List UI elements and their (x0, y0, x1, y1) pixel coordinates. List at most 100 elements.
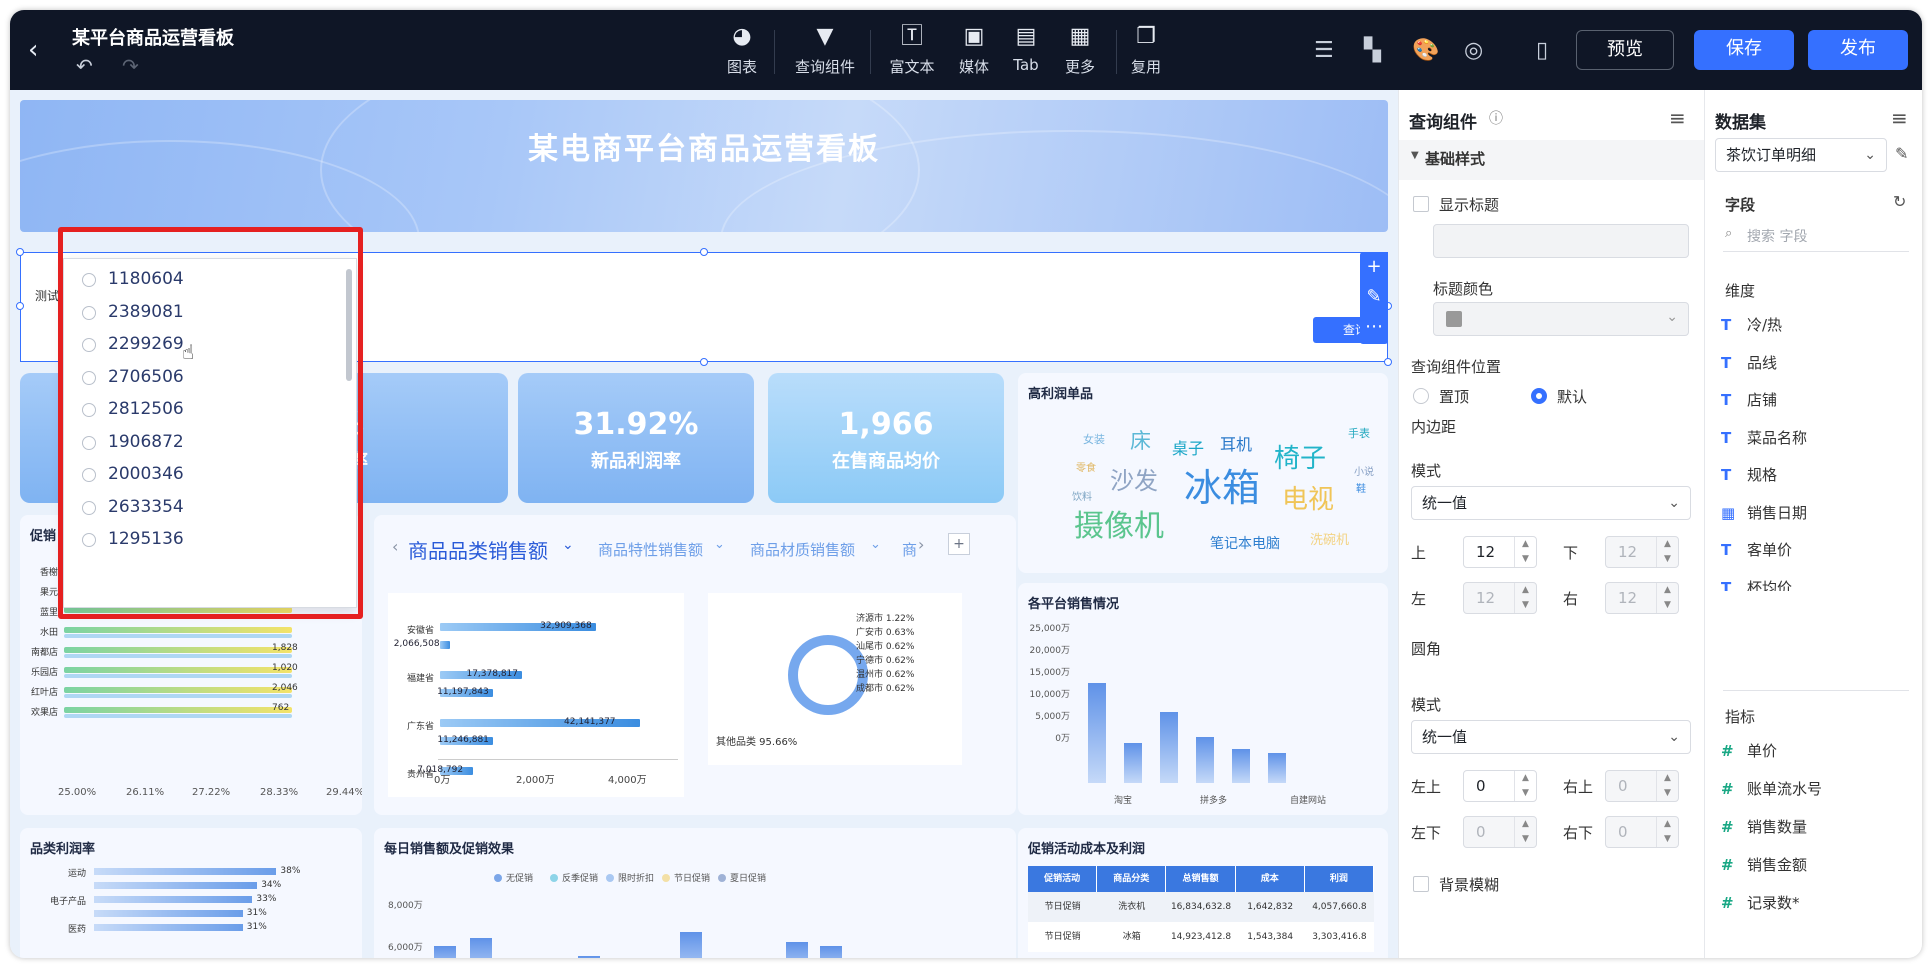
metric-4[interactable]: # 销售金额 (1721, 854, 1807, 875)
category-margin-card[interactable]: 品类利润率 运动 38% 34% 电子产品 33% 31% 医药 31% (20, 828, 362, 958)
metric-1[interactable]: # 单价 (1721, 740, 1777, 761)
promo-bar (64, 667, 292, 673)
hide-eye-icon[interactable]: ◎ (1464, 38, 1483, 63)
legend-label: 节日促销 (674, 874, 711, 884)
padding-right-input[interactable]: 12 ▲ ▼ (1605, 582, 1679, 614)
tab-next-icon[interactable]: › (918, 535, 924, 554)
field-7[interactable]: T 客单价 (1721, 539, 1792, 560)
table-header: 促销活动 商品分类 总销售额 成本 利润 (1028, 866, 1375, 892)
margin-bar (94, 924, 243, 931)
title-color-picker[interactable]: ⌄ (1433, 302, 1689, 336)
back-arrow-icon[interactable]: ‹ (28, 37, 38, 63)
promo-bar (64, 634, 292, 638)
promo-table-card[interactable]: 促销活动成本及利润 促销活动 商品分类 总销售额 成本 利润 节日促销 洗衣机 16,834,… (1018, 828, 1388, 958)
settings-sliders-icon[interactable]: ☰ (1314, 38, 1334, 63)
radio-default[interactable] (1531, 388, 1547, 404)
y-tick: 6,000万 (388, 943, 423, 953)
field-5[interactable]: T 规格 (1721, 464, 1777, 485)
sales-tabs-card[interactable]: ‹ 商品品类销售额 ⌄ 商品特性销售额 ⌄ 商品材质销售额 ⌄ 商 › + 安徽… (374, 515, 1016, 815)
blur-label: 背景模糊 (1439, 876, 1500, 894)
margin-value: 31% (246, 922, 267, 932)
tool-chart[interactable]: ◕ 图表 (712, 24, 772, 77)
info-icon[interactable]: ⓘ (1489, 108, 1503, 128)
store-label: 欢果店 (30, 708, 58, 718)
panel-menu-icon[interactable]: ≡ (1891, 106, 1908, 130)
radius-bl-input[interactable]: 0 ▲ ▼ (1463, 816, 1537, 848)
margin-value: 31% (246, 908, 267, 918)
legend-label: 反季促销 (562, 874, 599, 884)
bar-value: 11,246,881 (437, 735, 489, 745)
padding-bottom-input[interactable]: 12 ▲ ▼ (1605, 536, 1679, 568)
tool-richtext[interactable]: 🅃 富文本 (882, 24, 942, 77)
save-button[interactable]: 保存 (1694, 30, 1794, 70)
tool-reuse[interactable]: ❐ 复用 (1116, 24, 1176, 77)
add-tab-icon[interactable]: + (948, 533, 970, 555)
metric-2[interactable]: # 账单流水号 (1721, 778, 1822, 799)
metric-3[interactable]: # 销售数量 (1721, 816, 1807, 837)
padding-left-input[interactable]: 12 ▲ ▼ (1463, 582, 1537, 614)
daily-bar (578, 956, 600, 958)
panel-title: 数据集 (1715, 113, 1766, 133)
field-3[interactable]: T 店铺 (1721, 389, 1777, 410)
platform-bar (1196, 737, 1214, 783)
redo-icon[interactable]: ↷ (122, 54, 139, 78)
field-name: 冷/热 (1747, 316, 1783, 334)
field-search[interactable]: ⌕ 搜索 字段 (1723, 222, 1909, 252)
padding-top-input[interactable]: 12 ▲ ▼ (1463, 536, 1537, 568)
add-icon[interactable]: + (1360, 252, 1388, 282)
field-4[interactable]: T 菜品名称 (1721, 427, 1807, 448)
title-input[interactable] (1433, 224, 1689, 258)
x-label: 自建网站 (1290, 796, 1327, 806)
section-title: 基础样式 (1425, 150, 1486, 168)
header-cell: 商品分类 (1097, 866, 1167, 892)
blur-checkbox[interactable] (1413, 876, 1429, 892)
platform-card[interactable]: 各平台销售情况 25,000万 20,000万 15,000万 10,000万 5,00… (1018, 583, 1388, 815)
mobile-icon[interactable]: ▯ (1536, 38, 1548, 63)
radius-br-input[interactable]: 0 ▲ ▼ (1605, 816, 1679, 848)
panel-menu-icon[interactable]: ≡ (1669, 106, 1686, 130)
field-8[interactable]: T 杯均价 (1721, 577, 1792, 591)
tab-material-sales[interactable]: 商品材质销售额 (750, 539, 855, 560)
layout-icon[interactable]: ▚ (1364, 38, 1381, 63)
edit-icon[interactable]: ✎ (1360, 282, 1388, 312)
metric-5[interactable]: # 记录数* (1721, 892, 1800, 913)
tool-query[interactable]: ▼ 查询组件 (788, 24, 862, 77)
filter-icon: ▼ (816, 24, 834, 49)
field-name: 品线 (1747, 353, 1778, 372)
field-1[interactable]: T 冷/热 (1721, 314, 1782, 335)
publish-button[interactable]: 发布 (1808, 30, 1908, 70)
number-type-icon: # (1721, 818, 1734, 836)
radius-mode-select[interactable]: 统一值 ⌄ (1411, 720, 1691, 754)
tab-feature-sales[interactable]: 商品特性销售额 (598, 539, 703, 560)
palette-icon[interactable]: 🎨 (1412, 38, 1439, 63)
undo-icon[interactable]: ↶ (76, 54, 93, 78)
kpi-card-3[interactable]: 1,966 在售商品均价 (768, 373, 1004, 503)
collapse-icon[interactable]: ▼ (1411, 150, 1419, 161)
padding-mode-select[interactable]: 统一值 ⌄ (1411, 486, 1691, 520)
dataset-select[interactable]: 茶饮订单明细 ⌄ (1715, 138, 1887, 172)
image-icon: ▣ (963, 24, 985, 49)
tab-more[interactable]: 商 (902, 539, 917, 560)
x-label: 淘宝 (1114, 796, 1133, 806)
tool-tab[interactable]: ▤ Tab (996, 24, 1056, 74)
store-label: 南都店 (30, 648, 58, 658)
tool-more[interactable]: ▦ 更多 (1050, 24, 1110, 77)
wordcloud-card[interactable]: 高利润单品 女装 床 桌子 耳机 椅子 手表 零食 沙发 冰箱 电视 小说 饮料… (1018, 373, 1388, 573)
field-2[interactable]: T 品线 (1721, 352, 1777, 373)
daily-card[interactable]: 每日销售额及促销效果 无促销 反季促销 限时折扣 节日促销 夏日促销 8,000万 6,… (374, 828, 1016, 958)
show-title-checkbox[interactable] (1413, 196, 1429, 212)
tab-category-sales[interactable]: 商品品类销售额 (408, 535, 548, 564)
radius-tr-input[interactable]: 0 ▲ ▼ (1605, 770, 1679, 802)
more-icon[interactable]: ⋯ (1360, 312, 1388, 342)
tool-media[interactable]: ▣ 媒体 (944, 24, 1004, 77)
radio-top[interactable] (1413, 388, 1429, 404)
y-tick: 25,000万 (1029, 624, 1071, 634)
radius-tl-input[interactable]: 0 ▲ ▼ (1463, 770, 1537, 802)
kpi-card-2[interactable]: 31.92% 新品利润率 (518, 373, 754, 503)
refresh-icon[interactable]: ↻ (1893, 192, 1906, 211)
edit-icon[interactable]: ✎ (1895, 144, 1908, 163)
tab-prev-icon[interactable]: ‹ (392, 537, 398, 556)
preview-button[interactable]: 预览 (1576, 30, 1674, 70)
field-6[interactable]: ▦ 销售日期 (1721, 502, 1807, 523)
text-type-icon: T (1721, 578, 1732, 591)
